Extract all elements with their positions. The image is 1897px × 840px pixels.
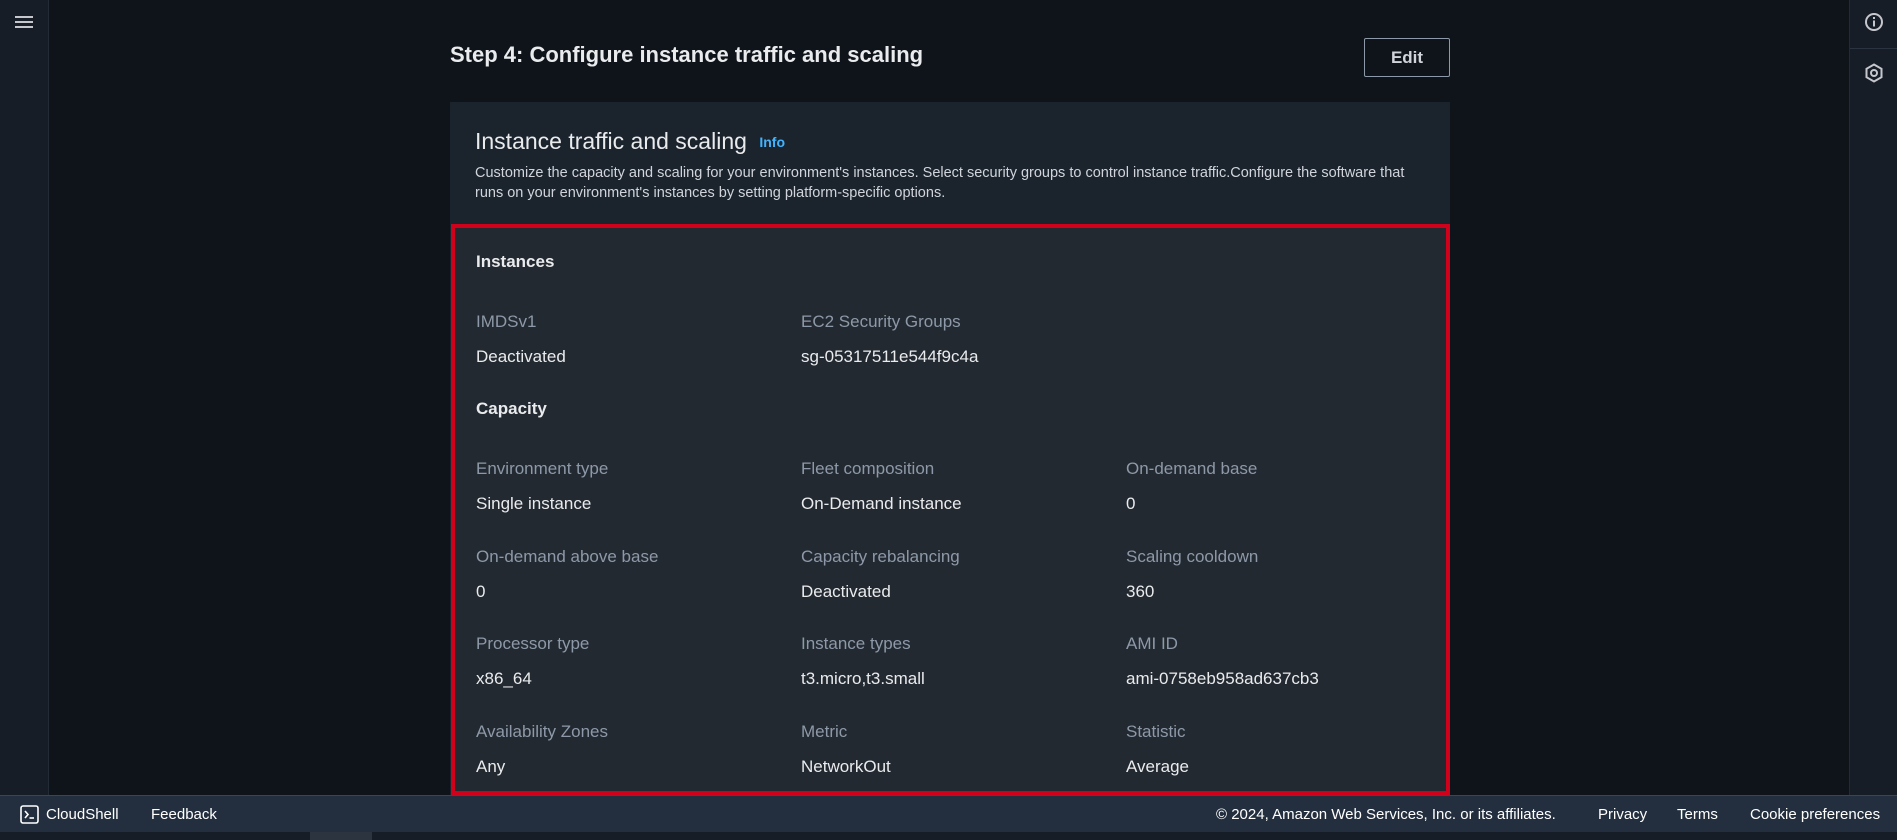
info-circle-icon[interactable] — [1864, 12, 1884, 32]
instance-traffic-panel: Instance traffic and scaling Info Custom… — [450, 102, 1450, 795]
instances-heading: Instances — [476, 252, 555, 271]
field-value: x86_64 — [476, 669, 532, 688]
field-value: 0 — [1126, 494, 1136, 513]
field-value: t3.micro,t3.small — [801, 669, 925, 688]
field-on-demand-above-base: On-demand above base 0 — [476, 547, 786, 602]
field-label: Capacity rebalancing — [801, 547, 960, 566]
field-value: Single instance — [476, 494, 592, 513]
page-title: Step 4: Configure instance traffic and s… — [450, 42, 924, 67]
field-value: Any — [476, 757, 506, 776]
field-label: EC2 Security Groups — [801, 312, 961, 331]
field-label: AMI ID — [1126, 634, 1178, 653]
field-value: 360 — [1126, 582, 1155, 601]
right-tools-rail — [1849, 0, 1897, 795]
terms-link[interactable]: Terms — [1677, 806, 1718, 823]
field-value: sg-05317511e544f9c4a — [801, 347, 979, 366]
field-ami-id: AMI ID ami-0758eb958ad637cb3 — [1126, 634, 1436, 689]
bottom-strip — [0, 832, 1897, 840]
field-label: Availability Zones — [476, 722, 608, 741]
field-label: Processor type — [476, 634, 590, 653]
field-statistic: Statistic Average — [1126, 722, 1436, 777]
highlighted-settings-region: Instances IMDSv1 Deactivated EC2 Securit… — [451, 224, 1450, 795]
privacy-link[interactable]: Privacy — [1598, 806, 1647, 823]
capacity-heading: Capacity — [476, 399, 547, 418]
copyright-text: © 2024, Amazon Web Services, Inc. or its… — [1216, 806, 1556, 823]
cloudshell-link[interactable]: CloudShell — [46, 806, 119, 823]
edit-button[interactable]: Edit — [1364, 38, 1450, 77]
field-value: NetworkOut — [801, 757, 891, 776]
rail-divider — [1850, 48, 1897, 49]
terminal-icon[interactable] — [20, 805, 39, 824]
field-value: ami-0758eb958ad637cb3 — [1126, 669, 1319, 688]
cookie-preferences-link[interactable]: Cookie preferences — [1750, 806, 1880, 823]
field-label: Environment type — [476, 459, 609, 478]
field-capacity-rebalancing: Capacity rebalancing Deactivated — [801, 547, 1111, 602]
hexagon-gear-icon[interactable] — [1864, 63, 1884, 83]
left-navigation-rail — [0, 0, 49, 795]
field-availability-zones: Availability Zones Any — [476, 722, 786, 777]
field-value: Deactivated — [476, 347, 566, 366]
field-ec2-security-groups: EC2 Security Groups sg-05317511e544f9c4a — [801, 312, 1111, 367]
field-instance-types: Instance types t3.micro,t3.small — [801, 634, 1111, 689]
field-environment-type: Environment type Single instance — [476, 459, 786, 514]
console-footer: CloudShell Feedback © 2024, Amazon Web S… — [0, 795, 1897, 832]
field-label: On-demand above base — [476, 547, 659, 566]
field-label: Fleet composition — [801, 459, 935, 478]
field-label: Scaling cooldown — [1126, 547, 1259, 566]
field-label: On-demand base — [1126, 459, 1258, 478]
field-on-demand-base: On-demand base 0 — [1126, 459, 1436, 514]
panel-header: Instance traffic and scaling Info Custom… — [475, 128, 1425, 203]
feedback-link[interactable]: Feedback — [151, 806, 217, 823]
field-scaling-cooldown: Scaling cooldown 360 — [1126, 547, 1436, 602]
field-imdsv1: IMDSv1 Deactivated — [476, 312, 786, 367]
field-metric: Metric NetworkOut — [801, 722, 1111, 777]
field-label: Metric — [801, 722, 848, 741]
field-label: Statistic — [1126, 722, 1186, 741]
field-value: 0 — [476, 582, 486, 601]
field-fleet-composition: Fleet composition On-Demand instance — [801, 459, 1111, 514]
info-link[interactable]: Info — [759, 134, 785, 150]
field-label: Instance types — [801, 634, 911, 653]
field-value: On-Demand instance — [801, 494, 962, 513]
field-processor-type: Processor type x86_64 — [476, 634, 786, 689]
menu-icon[interactable] — [13, 13, 37, 33]
panel-description: Customize the capacity and scaling for y… — [475, 165, 1405, 201]
main-content: Step 4: Configure instance traffic and s… — [450, 0, 1450, 795]
field-value: Average — [1126, 757, 1190, 776]
field-label: IMDSv1 — [476, 312, 537, 331]
panel-title: Instance traffic and scaling — [475, 128, 747, 154]
bottom-tab — [310, 832, 372, 840]
field-value: Deactivated — [801, 582, 891, 601]
